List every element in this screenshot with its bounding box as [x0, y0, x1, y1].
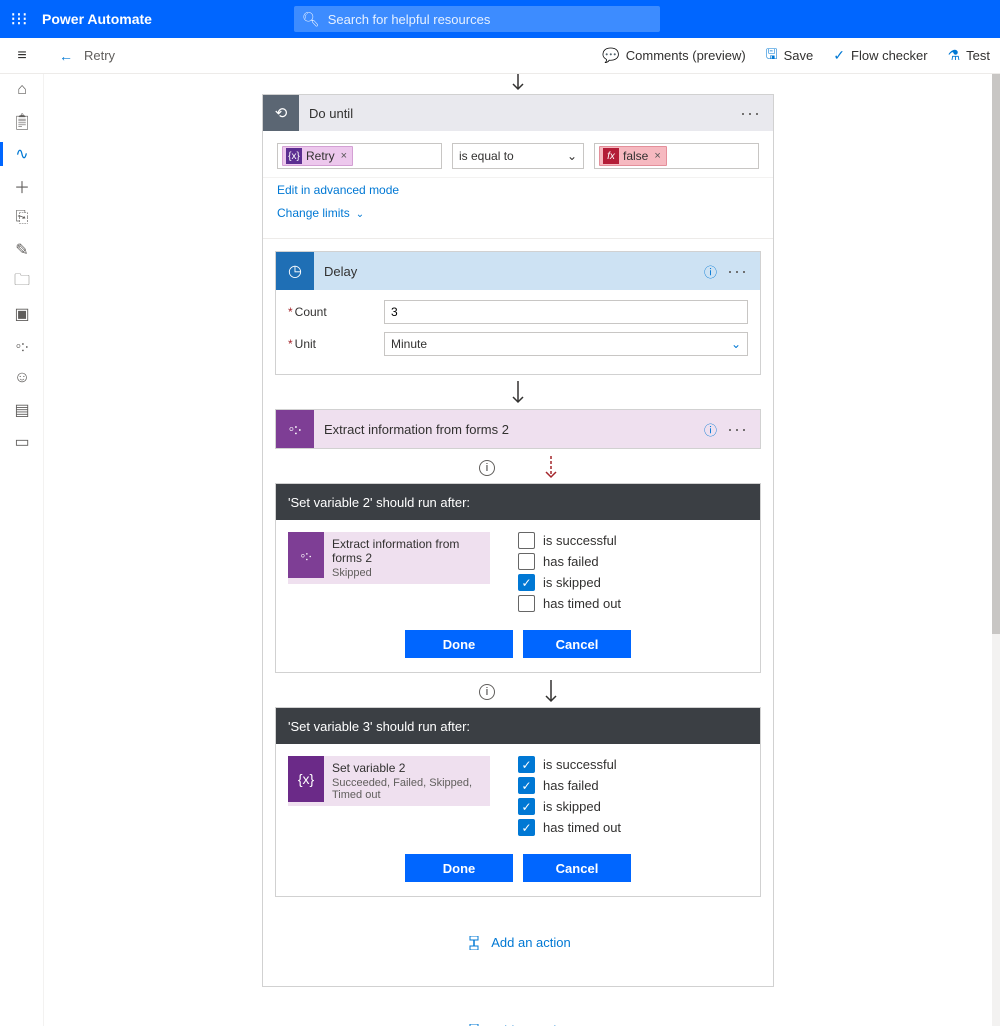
checkbox-success[interactable] [518, 532, 535, 549]
checkbox-timedout[interactable] [518, 595, 535, 612]
comment-icon: 💬 [602, 47, 619, 64]
search-input[interactable] [328, 12, 652, 27]
runafter-heading: 'Set variable 2' should run after: [276, 484, 760, 520]
extract-header[interactable]: ◦჻ Extract information from forms 2 ⓘ ··… [276, 410, 760, 448]
nav-data-icon[interactable]: 🗀 [0, 266, 44, 298]
unit-select[interactable]: Minute ⌄ [384, 332, 748, 356]
top-bar: ⁝⁝⁝ Power Automate 🔍︎ [0, 0, 1000, 38]
cancel-button[interactable]: Cancel [523, 630, 631, 658]
nav-monitor-icon[interactable]: ▣ [0, 298, 44, 330]
runafter-card-1: 'Set variable 2' should run after: ◦჻ Ex… [275, 483, 761, 673]
delay-card: ◷ Delay ⓘ ··· *Count *Unit Mi [275, 251, 761, 375]
do-until-header[interactable]: ⟲ Do until ··· [263, 95, 773, 131]
back-icon[interactable]: ← [48, 48, 84, 64]
cancel-button[interactable]: Cancel [523, 854, 631, 882]
hamburger-icon[interactable]: ≡ [0, 47, 44, 65]
nav-process-icon[interactable]: ☺ [0, 362, 44, 394]
flow-arrow-icon [275, 381, 761, 409]
nav-home-icon[interactable]: ⌂ [0, 74, 44, 106]
loop-icon: ⟲ [263, 95, 299, 131]
remove-token-icon[interactable]: × [341, 150, 347, 162]
nav-flows-icon[interactable]: ∿ [0, 138, 44, 170]
flow-title: Retry [84, 48, 115, 63]
flow-checker-button[interactable]: ✓Flow checker [823, 38, 937, 74]
search-field[interactable]: 🔍︎ [294, 6, 660, 32]
flow-arrow-icon [262, 74, 774, 94]
timer-icon: ◷ [276, 252, 314, 290]
ai-form-icon: ◦჻ [288, 532, 324, 578]
save-button[interactable]: 🖫Save [756, 38, 824, 74]
app-name: Power Automate [42, 11, 152, 27]
add-action-button[interactable]: Add an action [275, 935, 761, 950]
info-icon[interactable]: i [479, 460, 495, 476]
flow-arrow-icon [545, 680, 557, 704]
runafter-card-2: 'Set variable 3' should run after: {x} S… [275, 707, 761, 897]
runafter-heading: 'Set variable 3' should run after: [276, 708, 760, 744]
checkbox-skipped[interactable]: ✓ [518, 798, 535, 815]
more-icon[interactable]: ··· [740, 103, 761, 124]
edit-advanced-link[interactable]: Edit in advanced mode [277, 183, 399, 197]
nav-create-icon[interactable]: ＋ [0, 170, 44, 202]
nav-connectors-icon[interactable]: ✎ [0, 234, 44, 266]
chevron-down-icon: ⌄ [356, 209, 364, 220]
variable-token[interactable]: {x} Retry × [282, 146, 353, 166]
runafter-source: ◦჻ Extract information from forms 2 Skip… [288, 532, 490, 584]
variable-icon: {x} [288, 756, 324, 802]
checkbox-skipped[interactable]: ✓ [518, 574, 535, 591]
checkbox-timedout[interactable]: ✓ [518, 819, 535, 836]
nav-ai-icon[interactable]: ◦჻ [0, 330, 44, 362]
search-icon: 🔍︎ [302, 11, 320, 28]
designer-canvas: ⟲ Do until ··· {x} Retry × is equal to ⌄ [44, 74, 992, 1026]
app-launcher-icon[interactable]: ⁝⁝⁝ [0, 0, 38, 38]
checker-icon: ✓ [833, 47, 845, 64]
done-button[interactable]: Done [405, 854, 513, 882]
checkbox-failed[interactable] [518, 553, 535, 570]
do-until-card: ⟲ Do until ··· {x} Retry × is equal to ⌄ [262, 94, 774, 987]
nav-learn-icon[interactable]: ▭ [0, 426, 44, 458]
operator-select[interactable]: is equal to ⌄ [452, 143, 584, 169]
count-input[interactable] [384, 300, 748, 324]
save-icon: 🖫 [766, 44, 778, 68]
more-icon[interactable]: ··· [727, 419, 748, 440]
change-limits-link[interactable]: Change limits⌄ [277, 206, 364, 220]
add-step-icon [465, 936, 483, 950]
extract-card: ◦჻ Extract information from forms 2 ⓘ ··… [275, 409, 761, 449]
chevron-down-icon: ⌄ [731, 337, 741, 351]
nav-solutions-icon[interactable]: ▤ [0, 394, 44, 426]
chevron-down-icon: ⌄ [567, 149, 577, 163]
info-icon[interactable]: i [479, 684, 495, 700]
scrollbar[interactable] [992, 74, 1000, 1026]
delay-header[interactable]: ◷ Delay ⓘ ··· [276, 252, 760, 290]
condition-row: {x} Retry × is equal to ⌄ fx false × [263, 131, 773, 178]
fx-icon: fx [603, 148, 619, 164]
beaker-icon: ⚗ [948, 47, 961, 64]
checkbox-failed[interactable]: ✓ [518, 777, 535, 794]
variable-icon: {x} [286, 148, 302, 164]
help-icon[interactable]: ⓘ [704, 262, 717, 281]
left-nav: ⌂ 📋︎ ∿ ＋ ⎘ ✎ 🗀 ▣ ◦჻ ☺ ▤ ▭ [0, 74, 44, 1026]
condition-right-field[interactable]: fx false × [594, 143, 759, 169]
checkbox-success[interactable]: ✓ [518, 756, 535, 773]
nav-templates-icon[interactable]: ⎘ [0, 202, 44, 234]
fx-token[interactable]: fx false × [599, 146, 667, 166]
command-bar: ≡ ← Retry 💬Comments (preview) 🖫Save ✓Flo… [0, 38, 1000, 74]
more-icon[interactable]: ··· [727, 261, 748, 282]
help-icon[interactable]: ⓘ [704, 420, 717, 439]
done-button[interactable]: Done [405, 630, 513, 658]
nav-clipboard-icon[interactable]: 📋︎ [0, 106, 44, 138]
test-button[interactable]: ⚗Test [938, 38, 1000, 74]
runafter-source: {x} Set variable 2 Succeeded, Failed, Sk… [288, 756, 490, 806]
comments-button[interactable]: 💬Comments (preview) [592, 38, 755, 74]
remove-token-icon[interactable]: × [654, 150, 660, 162]
ai-form-icon: ◦჻ [276, 410, 314, 448]
condition-left-field[interactable]: {x} Retry × [277, 143, 442, 169]
scrollbar-thumb[interactable] [992, 74, 1000, 634]
dashed-arrow-icon [545, 456, 557, 480]
